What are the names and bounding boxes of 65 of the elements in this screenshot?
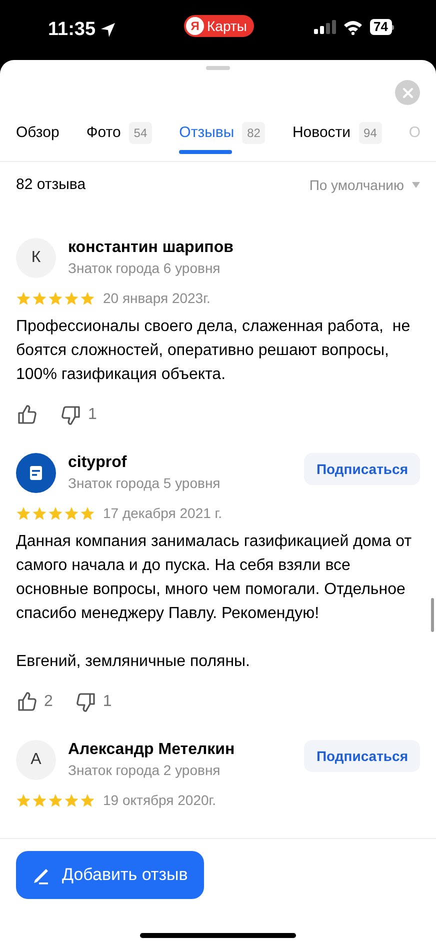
tab[interactable]: Обзор [16, 120, 60, 146]
dislike-button[interactable]: 1 [74, 690, 112, 714]
star-icon [80, 291, 95, 306]
star-icon [32, 291, 47, 306]
thumbs-down-icon [74, 691, 97, 713]
star-icon [48, 291, 63, 306]
star-icon [16, 793, 31, 808]
add-review-button[interactable]: Добавить отзыв [16, 851, 204, 899]
author-name[interactable]: cityprof [68, 453, 292, 473]
star-icon [32, 506, 47, 521]
review-text: Данная компания занималась газификацией дома от самого начала и до пуска. На себя взяли все основные вопросы, много чем помогали. Отдельное спасибо менеджеру Павлу. Рекомендую! [16, 532, 413, 624]
star-icon [16, 506, 31, 521]
author-name[interactable]: Александр Метелкин [68, 740, 292, 760]
like-button[interactable]: 2 [16, 690, 53, 714]
signal-icon [314, 20, 336, 34]
avatar-logo-icon [16, 453, 56, 493]
close-icon [402, 88, 412, 98]
close-button[interactable] [395, 80, 420, 105]
dislike-button[interactable]: 1 [60, 403, 97, 427]
review-date: 20 января 2023г. [103, 289, 210, 308]
star-icon [80, 506, 95, 521]
star-icon [48, 506, 63, 521]
review-date: 19 октября 2020г. [103, 791, 216, 810]
thumbs-up-icon [16, 404, 38, 426]
author-level: Знаток города 5 уровня [68, 474, 222, 493]
like-button[interactable] [16, 404, 38, 426]
app-logo: Я [186, 17, 204, 35]
review-text: Профессионалы своего дела, слаженная работа, не боятся сложностей, оперативно решают вопросы, 100% газификация объекта. [16, 317, 412, 385]
star-icon [48, 793, 63, 808]
subscribe-button[interactable]: Подписаться [304, 453, 420, 485]
thumbs-up-icon [16, 691, 38, 713]
app-badge[interactable]: Я Карты [184, 15, 254, 37]
author-name[interactable]: константин шарипов [68, 238, 420, 258]
tab-count-badge: 82 [242, 122, 266, 144]
star-icon [64, 506, 79, 521]
status-time: 11:35 [48, 18, 96, 42]
drag-handle[interactable] [206, 66, 230, 70]
sort-dropdown[interactable]: По умолчанию [309, 174, 420, 196]
author-level: Знаток города 2 уровня [68, 761, 222, 780]
location-arrow-icon [100, 22, 116, 38]
star-icon [80, 793, 95, 808]
star-icon [64, 793, 79, 808]
tab-count-badge: 94 [358, 122, 382, 144]
avatar: К [16, 238, 56, 278]
star-icon [32, 793, 47, 808]
home-indicator[interactable] [140, 933, 296, 938]
app-label: Карты [207, 16, 247, 36]
subscribe-button[interactable]: Подписаться [304, 740, 420, 772]
battery-level: 74 [370, 19, 392, 35]
star-icon [64, 291, 79, 306]
tab[interactable]: Новости 94 [292, 120, 382, 146]
tab-count-badge: 54 [128, 122, 152, 144]
wifi-icon [342, 20, 363, 34]
author-level: Знаток города 6 уровня [68, 259, 222, 278]
review-count: 82 отзыва [16, 174, 86, 195]
scroll-bar [431, 598, 434, 632]
thumbs-down-icon [60, 404, 82, 426]
star-icon [16, 291, 31, 306]
review-date: 17 декабря 2021 г. [103, 504, 222, 523]
caret-icon [412, 182, 420, 188]
tab[interactable]: Отзывы 82 [179, 120, 266, 146]
review-text: Евгений, земляничные поляны. [16, 652, 251, 672]
tab[interactable]: Фото 54 [86, 120, 152, 146]
selected-tab-underline [179, 150, 232, 154]
avatar: А [16, 740, 56, 780]
